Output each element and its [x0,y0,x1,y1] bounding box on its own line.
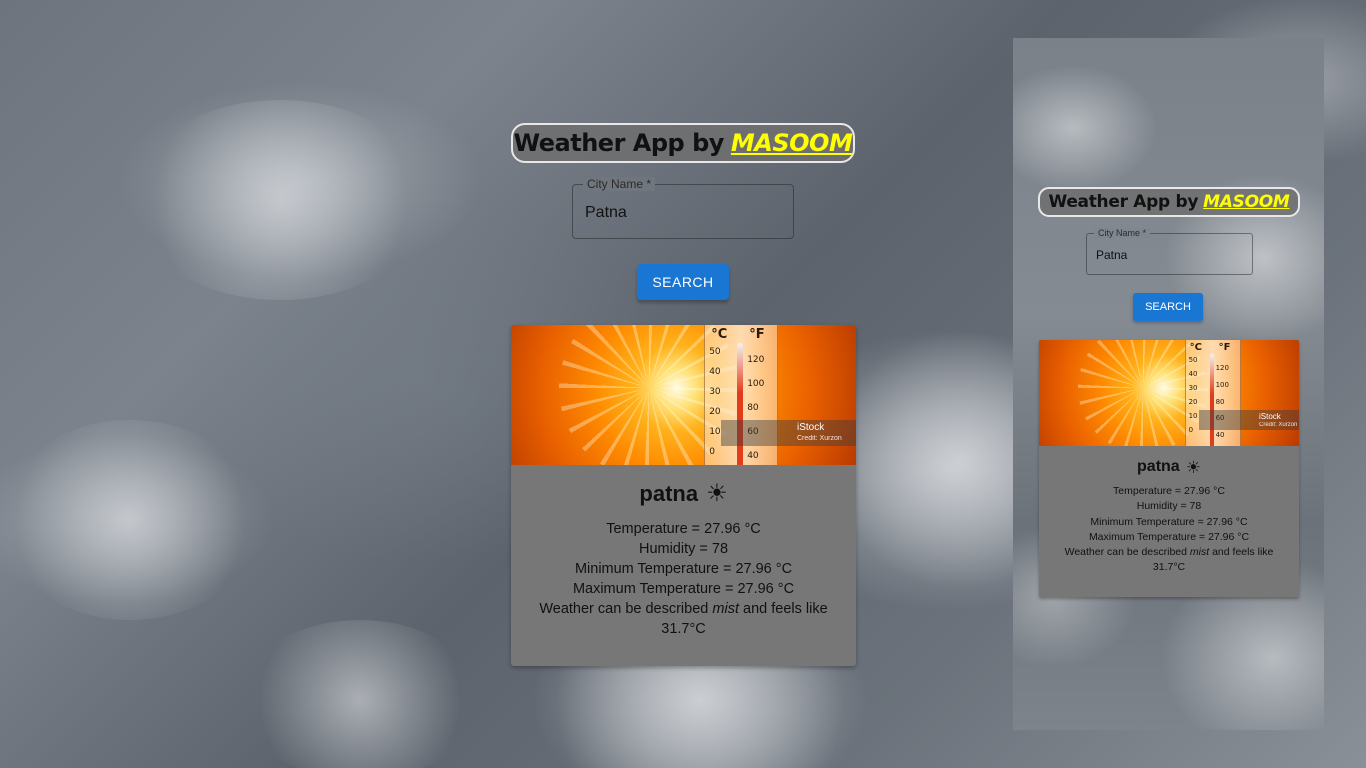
mobile-app-title-text: Weather App by [1048,192,1199,212]
city-name-field[interactable]: City Name * [572,177,794,239]
mobile-brand-name: MASOOM [1203,192,1290,212]
humidity-text: Humidity = 78 [1136,500,1202,513]
thermometer-tick: 20 [1188,398,1198,406]
thermometer-tick: 120 [747,355,765,365]
istock-watermark: iStock Credit: Xurzon [1199,410,1299,430]
thermometer-tick: 40 [747,451,759,461]
city-name-label: City Name * [583,177,656,191]
istock-watermark: iStock Credit: Xurzon [721,420,856,446]
page-background: Weather App by MASOOM City Name * SEARCH… [0,0,1366,768]
thermometer-tick: 10 [1188,412,1198,420]
unit-celsius: °C [711,327,728,342]
app-title-text: Weather App by [513,129,725,157]
description-text: Weather can be described mist and feels … [1064,546,1274,574]
thermometer-graphic: °C °F 50 40 30 20 10 0 120 100 80 60 40 [1184,340,1241,446]
max-temp-text: Maximum Temperature = 27.96 °C [572,581,795,597]
mobile-city-name-field[interactable]: City Name * [1086,228,1253,275]
thermometer-tick: 40 [709,367,721,377]
thermometer-tube [1209,354,1214,446]
mobile-weather-card: °C °F 50 40 30 20 10 0 120 100 80 60 40 iStock Cre… [1039,340,1299,597]
temperature-text: Temperature = 27.96 °C [606,521,761,537]
cloud-decoration [240,620,480,768]
mobile-weather-details: Temperature = 27.96 °C Humidity = 78 Min… [1039,484,1299,576]
thermometer-tick: 100 [747,379,765,389]
thermometer-tick: 100 [1215,380,1229,389]
thermometer-tick: 40 [1188,370,1198,378]
thermometer-tick: 20 [709,407,721,417]
thermometer-tick: 10 [709,427,721,437]
mobile-city-heading: patna ☀ [1137,458,1201,476]
mobile-weather-image: °C °F 50 40 30 20 10 0 120 100 80 60 40 iStock Cre… [1039,340,1299,446]
thermometer-tick: 50 [709,347,721,357]
weather-card: °C °F 50 40 30 20 10 0 120 100 80 60 40 iStock Cre… [511,325,856,666]
min-temp-text: Minimum Temperature = 27.96 °C [574,561,793,577]
thermometer-tick: 80 [1215,397,1225,406]
mobile-city-name-label: City Name * [1094,228,1151,238]
weather-info: patna ☀ Temperature = 27.96 °C Humidity … [511,465,856,639]
city-name: patna [1137,458,1180,475]
mobile-weather-info: patna ☀ Temperature = 27.96 °C Humidity … [1039,446,1299,576]
description-text: Weather can be described mist and feels … [539,601,828,637]
mobile-search-button[interactable]: SEARCH [1133,293,1203,321]
thermometer-tick: 30 [1188,384,1198,392]
sun-icon: ☀ [1185,457,1201,477]
max-temp-text: Maximum Temperature = 27.96 °C [1088,530,1250,543]
unit-fahrenheit: °F [1218,342,1231,353]
thermometer-tick: 0 [1188,426,1194,434]
unit-celsius: °C [1189,342,1202,353]
unit-fahrenheit: °F [749,327,765,342]
app-title: Weather App by MASOOM [511,123,855,163]
thermometer-tick: 50 [1188,356,1198,364]
mobile-city-name-input[interactable] [1096,247,1244,263]
cloud-decoration [0,420,260,620]
cloud-decoration [130,100,430,300]
mobile-preview: Weather App by MASOOM City Name * SEARCH… [1013,38,1324,730]
city-heading: patna ☀ [639,481,727,507]
city-name: patna [639,481,699,506]
thermometer-tick: 80 [747,403,759,413]
search-button[interactable]: SEARCH [637,264,729,300]
temperature-text: Temperature = 27.96 °C [1113,485,1225,497]
mobile-app-title: Weather App by MASOOM [1038,187,1300,217]
thermometer-tick: 120 [1215,364,1229,372]
thermometer-tick: 40 [1215,431,1225,440]
min-temp-text: Minimum Temperature = 27.96 °C [1090,515,1248,528]
thermometer-tick: 0 [709,447,715,457]
humidity-text: Humidity = 78 [638,541,729,557]
city-name-input[interactable] [585,202,780,224]
thermometer-tube [737,343,744,465]
sun-icon: ☀ [706,480,728,507]
brand-name: MASOOM [730,129,853,157]
weather-details: Temperature = 27.96 °C Humidity = 78 Min… [511,519,856,639]
weather-image: °C °F 50 40 30 20 10 0 120 100 80 60 40 iStock Cre… [511,325,856,465]
thermometer-tick: 30 [709,387,721,397]
